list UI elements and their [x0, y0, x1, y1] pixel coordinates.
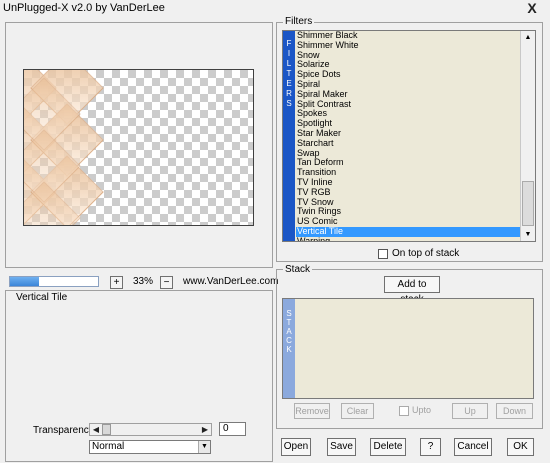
upto-checkbox[interactable]	[399, 406, 409, 416]
close-button[interactable]: X	[520, 0, 544, 16]
filter-list-item[interactable]: Split Contrast	[296, 99, 520, 110]
stack-side-label: STACK	[283, 299, 295, 398]
remove-button[interactable]: Remove	[294, 403, 330, 419]
clear-button[interactable]: Clear	[341, 403, 374, 419]
website-link[interactable]: www.VanDerLee.com	[183, 276, 278, 287]
transparency-label: Transparency	[33, 425, 94, 436]
preview-image[interactable]	[23, 69, 254, 226]
save-button[interactable]: Save	[327, 438, 356, 456]
filter-list-item[interactable]: Starchart	[296, 138, 520, 149]
on-top-label: On top of stack	[392, 248, 460, 259]
stack-list[interactable]: STACK	[282, 298, 534, 399]
filter-list-item[interactable]: Shimmer White	[296, 40, 520, 51]
scroll-right-icon[interactable]: ▶	[199, 424, 211, 435]
up-button[interactable]: Up	[452, 403, 488, 419]
progress-fill	[10, 277, 40, 286]
filter-items: Shimmer Black Shimmer White Snow Solarize Sp…	[296, 31, 520, 241]
filter-list-item[interactable]: Warping	[296, 236, 520, 241]
filters-side-text: FILTERS	[286, 39, 292, 108]
ok-button[interactable]: OK	[507, 438, 534, 456]
scroll-thumb[interactable]	[522, 181, 534, 226]
slider-thumb[interactable]	[102, 424, 111, 435]
filter-list-item[interactable]: Snow	[296, 50, 520, 61]
zoom-in-button[interactable]: +	[110, 276, 123, 289]
down-button[interactable]: Down	[496, 403, 533, 419]
scroll-up-icon[interactable]: ▲	[521, 31, 535, 44]
stack-side-text: STACK	[286, 309, 292, 354]
filter-list-item[interactable]: Spice Dots	[296, 69, 520, 80]
transparency-input[interactable]: 0	[219, 422, 246, 436]
filters-list[interactable]: FILTERS Shimmer Black Shimmer White Snow So…	[282, 30, 536, 242]
stack-group-label: Stack	[283, 264, 313, 275]
chevron-down-icon[interactable]: ▼	[198, 441, 210, 453]
on-top-checkbox[interactable]	[378, 249, 388, 259]
transparency-slider[interactable]: ◀ ▶	[89, 423, 212, 436]
cancel-button[interactable]: Cancel	[454, 438, 492, 456]
blend-mode-value: Normal	[92, 441, 125, 452]
zoom-level: 33%	[132, 276, 153, 287]
filters-scrollbar[interactable]: ▲ ▼	[520, 31, 535, 241]
progress-bar	[9, 276, 99, 287]
window-title: UnPlugged-X v2.0 by VanDerLee	[3, 2, 165, 14]
upto-label: Upto	[412, 405, 432, 415]
filters-group-label: Filters	[283, 16, 315, 27]
scroll-down-icon[interactable]: ▼	[521, 228, 535, 241]
parameters-panel	[5, 290, 273, 462]
blend-mode-select[interactable]: Normal ▼	[89, 440, 211, 454]
help-button[interactable]: ?	[420, 438, 441, 456]
delete-button[interactable]: Delete	[370, 438, 406, 456]
filters-side-label: FILTERS	[283, 31, 295, 241]
zoom-out-button[interactable]: −	[160, 276, 173, 289]
open-button[interactable]: Open	[281, 438, 311, 456]
scroll-left-icon[interactable]: ◀	[90, 424, 102, 435]
filter-name-label: Vertical Tile	[14, 292, 70, 303]
add-to-stack-button[interactable]: Add to stack	[384, 276, 440, 305]
